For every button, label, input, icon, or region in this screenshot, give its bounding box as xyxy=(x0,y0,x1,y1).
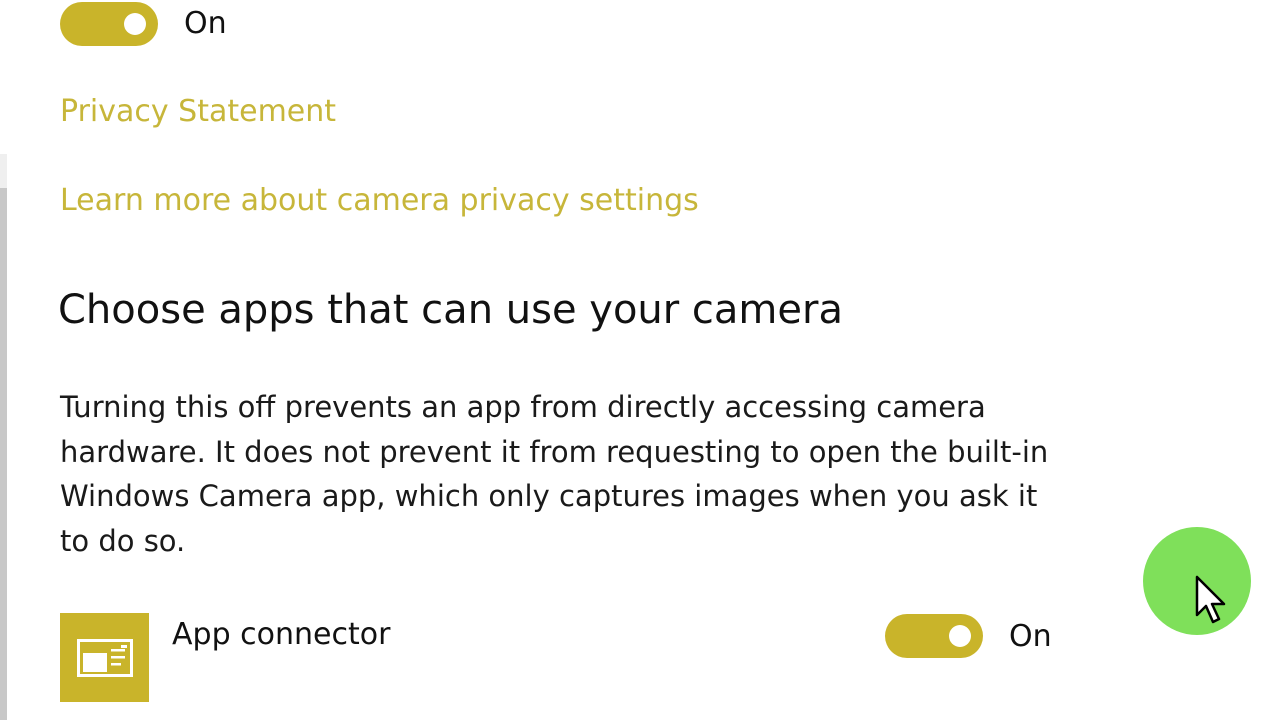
section-heading: Choose apps that can use your camera xyxy=(58,287,843,333)
camera-privacy-settings-page: On Privacy Statement Learn more about ca… xyxy=(0,0,1280,720)
privacy-statement-link[interactable]: Privacy Statement xyxy=(60,93,336,131)
scrollbar-thumb[interactable] xyxy=(0,188,7,720)
toggle-knob xyxy=(124,13,146,35)
learn-more-camera-privacy-link[interactable]: Learn more about camera privacy settings xyxy=(60,182,699,220)
toggle-knob xyxy=(949,625,971,647)
app-connector-toggle-label: On xyxy=(1009,619,1052,654)
app-connector-icon xyxy=(60,613,149,702)
app-name: App connector xyxy=(172,617,391,652)
app-connector-toggle[interactable] xyxy=(885,614,983,658)
section-description: Turning this off prevents an app from di… xyxy=(60,390,1049,558)
scrollbar[interactable] xyxy=(0,0,8,720)
scrollbar-track[interactable] xyxy=(0,154,7,188)
camera-access-toggle[interactable] xyxy=(60,2,158,46)
window-icon xyxy=(77,639,133,677)
mouse-pointer-icon xyxy=(1195,575,1226,624)
camera-access-toggle-label: On xyxy=(184,6,227,41)
